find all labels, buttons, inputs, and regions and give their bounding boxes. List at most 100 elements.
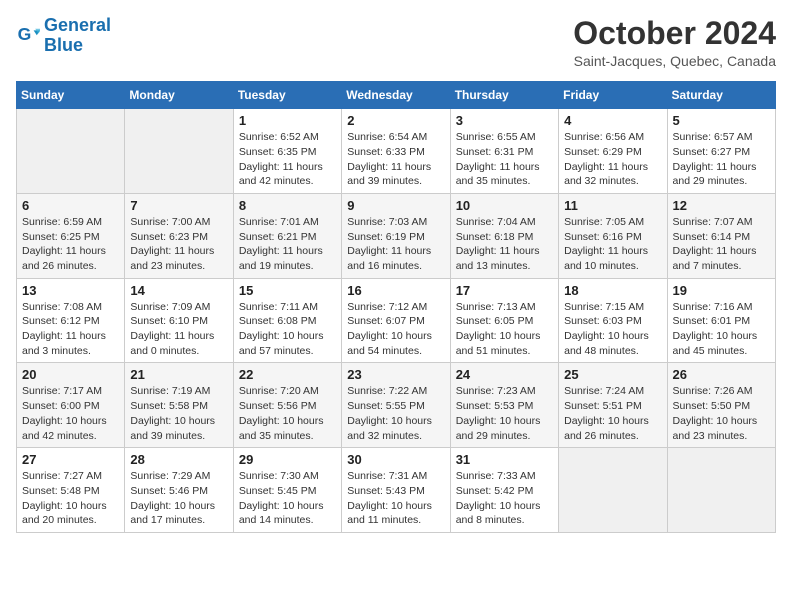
calendar-week-row: 1 Sunrise: 6:52 AMSunset: 6:35 PMDaylight… [17, 109, 776, 194]
logo: G General Blue [16, 16, 111, 56]
day-number: 25 [564, 367, 661, 382]
day-info: Sunrise: 7:17 AMSunset: 6:00 PMDaylight:… [22, 384, 119, 443]
logo-icon: G [16, 24, 40, 48]
svg-text:G: G [18, 24, 32, 44]
day-info: Sunrise: 6:56 AMSunset: 6:29 PMDaylight:… [564, 130, 661, 189]
day-info: Sunrise: 7:13 AMSunset: 6:05 PMDaylight:… [456, 300, 553, 359]
day-number: 20 [22, 367, 119, 382]
day-info: Sunrise: 6:54 AMSunset: 6:33 PMDaylight:… [347, 130, 444, 189]
location-subtitle: Saint-Jacques, Quebec, Canada [573, 53, 776, 69]
calendar-cell: 25Sunrise: 7:24 AMSunset: 5:51 PMDayligh… [559, 363, 667, 448]
calendar-cell: 19 Sunrise: 7:16 AMSunset: 6:01 PMDayligh… [667, 278, 775, 363]
logo-line2: Blue [44, 35, 83, 55]
calendar-cell: 28 Sunrise: 7:29 AMSunset: 5:46 PMDayligh… [125, 448, 233, 533]
day-info: Sunrise: 7:29 AMSunset: 5:46 PMDaylight:… [130, 469, 227, 528]
day-number: 3 [456, 113, 553, 128]
calendar-cell: 18 Sunrise: 7:15 AMSunset: 6:03 PMDayligh… [559, 278, 667, 363]
calendar-cell [17, 109, 125, 194]
calendar-week-row: 20 Sunrise: 7:17 AMSunset: 6:00 PMDayligh… [17, 363, 776, 448]
day-number: 7 [130, 198, 227, 213]
day-number: 28 [130, 452, 227, 467]
day-info: Sunrise: 7:00 AMSunset: 6:23 PMDaylight:… [130, 215, 227, 274]
page-header: G General Blue October 2024 Saint-Jacque… [16, 16, 776, 69]
day-info: Sunrise: 7:03 AMSunset: 6:19 PMDaylight:… [347, 215, 444, 274]
day-info: Sunrise: 7:04 AMSunset: 6:18 PMDaylight:… [456, 215, 553, 274]
logo-line1: General [44, 15, 111, 35]
month-title: October 2024 [573, 16, 776, 51]
day-number: 15 [239, 283, 336, 298]
day-number: 31 [456, 452, 553, 467]
day-number: 6 [22, 198, 119, 213]
day-number: 29 [239, 452, 336, 467]
day-number: 10 [456, 198, 553, 213]
calendar-cell: 12Sunrise: 7:07 AMSunset: 6:14 PMDayligh… [667, 193, 775, 278]
day-info: Sunrise: 7:33 AMSunset: 5:42 PMDaylight:… [456, 469, 553, 528]
day-info: Sunrise: 7:08 AMSunset: 6:12 PMDaylight:… [22, 300, 119, 359]
weekday-header: Monday [125, 82, 233, 109]
day-number: 14 [130, 283, 227, 298]
calendar-week-row: 6 Sunrise: 6:59 AMSunset: 6:25 PMDaylight… [17, 193, 776, 278]
day-info: Sunrise: 7:19 AMSunset: 5:58 PMDaylight:… [130, 384, 227, 443]
weekday-header: Saturday [667, 82, 775, 109]
day-info: Sunrise: 7:22 AMSunset: 5:55 PMDaylight:… [347, 384, 444, 443]
day-info: Sunrise: 6:52 AMSunset: 6:35 PMDaylight:… [239, 130, 336, 189]
day-number: 30 [347, 452, 444, 467]
calendar-cell: 29 Sunrise: 7:30 AMSunset: 5:45 PMDayligh… [233, 448, 341, 533]
calendar-cell [125, 109, 233, 194]
calendar-cell: 14 Sunrise: 7:09 AMSunset: 6:10 PMDayligh… [125, 278, 233, 363]
day-number: 19 [673, 283, 770, 298]
weekday-header: Friday [559, 82, 667, 109]
day-info: Sunrise: 7:12 AMSunset: 6:07 PMDaylight:… [347, 300, 444, 359]
calendar-cell: 10 Sunrise: 7:04 AMSunset: 6:18 PMDayligh… [450, 193, 558, 278]
calendar-cell: 11 Sunrise: 7:05 AMSunset: 6:16 PMDayligh… [559, 193, 667, 278]
weekday-header: Sunday [17, 82, 125, 109]
calendar-header: SundayMondayTuesdayWednesdayThursdayFrid… [17, 82, 776, 109]
day-number: 11 [564, 198, 661, 213]
calendar-cell: 15 Sunrise: 7:11 AMSunset: 6:08 PMDayligh… [233, 278, 341, 363]
calendar-week-row: 27 Sunrise: 7:27 AMSunset: 5:48 PMDayligh… [17, 448, 776, 533]
logo-text: General Blue [44, 16, 111, 56]
day-info: Sunrise: 7:09 AMSunset: 6:10 PMDaylight:… [130, 300, 227, 359]
calendar-cell: 31 Sunrise: 7:33 AMSunset: 5:42 PMDayligh… [450, 448, 558, 533]
day-info: Sunrise: 6:59 AMSunset: 6:25 PMDaylight:… [22, 215, 119, 274]
calendar-cell [559, 448, 667, 533]
day-info: Sunrise: 7:30 AMSunset: 5:45 PMDaylight:… [239, 469, 336, 528]
day-number: 1 [239, 113, 336, 128]
day-number: 18 [564, 283, 661, 298]
calendar-table: SundayMondayTuesdayWednesdayThursdayFrid… [16, 81, 776, 533]
calendar-cell: 8Sunrise: 7:01 AMSunset: 6:21 PMDaylight… [233, 193, 341, 278]
calendar-cell: 4 Sunrise: 6:56 AMSunset: 6:29 PMDaylight… [559, 109, 667, 194]
calendar-cell: 5Sunrise: 6:57 AMSunset: 6:27 PMDaylight… [667, 109, 775, 194]
day-info: Sunrise: 7:05 AMSunset: 6:16 PMDaylight:… [564, 215, 661, 274]
calendar-cell: 2 Sunrise: 6:54 AMSunset: 6:33 PMDaylight… [342, 109, 450, 194]
weekday-header: Tuesday [233, 82, 341, 109]
calendar-cell: 30 Sunrise: 7:31 AMSunset: 5:43 PMDayligh… [342, 448, 450, 533]
calendar-cell: 13Sunrise: 7:08 AMSunset: 6:12 PMDayligh… [17, 278, 125, 363]
day-number: 9 [347, 198, 444, 213]
calendar-week-row: 13Sunrise: 7:08 AMSunset: 6:12 PMDayligh… [17, 278, 776, 363]
calendar-cell: 26Sunrise: 7:26 AMSunset: 5:50 PMDayligh… [667, 363, 775, 448]
day-number: 4 [564, 113, 661, 128]
title-block: October 2024 Saint-Jacques, Quebec, Cana… [573, 16, 776, 69]
day-number: 12 [673, 198, 770, 213]
calendar-cell [667, 448, 775, 533]
day-info: Sunrise: 7:16 AMSunset: 6:01 PMDaylight:… [673, 300, 770, 359]
calendar-cell: 9 Sunrise: 7:03 AMSunset: 6:19 PMDaylight… [342, 193, 450, 278]
day-info: Sunrise: 7:27 AMSunset: 5:48 PMDaylight:… [22, 469, 119, 528]
day-info: Sunrise: 7:20 AMSunset: 5:56 PMDaylight:… [239, 384, 336, 443]
calendar-cell: 16 Sunrise: 7:12 AMSunset: 6:07 PMDayligh… [342, 278, 450, 363]
calendar-cell: 3Sunrise: 6:55 AMSunset: 6:31 PMDaylight… [450, 109, 558, 194]
day-number: 16 [347, 283, 444, 298]
day-info: Sunrise: 7:11 AMSunset: 6:08 PMDaylight:… [239, 300, 336, 359]
day-number: 2 [347, 113, 444, 128]
day-info: Sunrise: 7:31 AMSunset: 5:43 PMDaylight:… [347, 469, 444, 528]
header-row: SundayMondayTuesdayWednesdayThursdayFrid… [17, 82, 776, 109]
day-info: Sunrise: 7:01 AMSunset: 6:21 PMDaylight:… [239, 215, 336, 274]
calendar-cell: 20 Sunrise: 7:17 AMSunset: 6:00 PMDayligh… [17, 363, 125, 448]
day-number: 26 [673, 367, 770, 382]
calendar-cell: 24Sunrise: 7:23 AMSunset: 5:53 PMDayligh… [450, 363, 558, 448]
day-number: 21 [130, 367, 227, 382]
day-number: 27 [22, 452, 119, 467]
calendar-cell: 27 Sunrise: 7:27 AMSunset: 5:48 PMDayligh… [17, 448, 125, 533]
day-info: Sunrise: 7:15 AMSunset: 6:03 PMDaylight:… [564, 300, 661, 359]
